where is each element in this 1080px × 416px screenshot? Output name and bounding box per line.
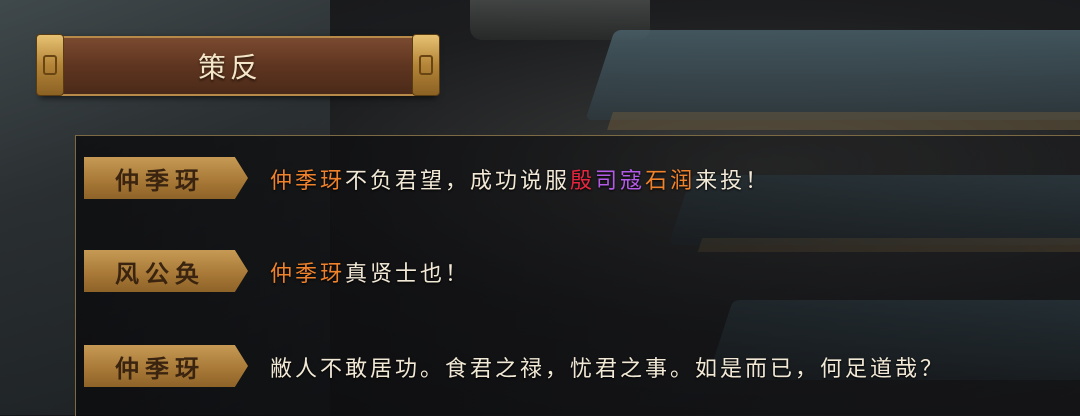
speaker-tag: 风公奂 [84,250,248,292]
dialogue-row[interactable]: 风公奂 仲季玡真贤士也！ [76,248,1080,296]
speaker-tag: 仲季玡 [84,345,248,387]
dialogue-line: 敝人不敢居功。食君之禄，忧君之事。如是而已，何足道哉？ [270,351,945,383]
dialogue-text: 真贤士也！ [345,262,471,287]
highlight-title: 司寇 [595,169,646,194]
banner-ornament-right [412,34,440,96]
background-roof [585,30,1080,120]
highlight-name: 仲季玡 [270,262,346,287]
speaker-name: 风公奂 [115,259,205,288]
speaker-tag: 仲季玡 [84,157,248,199]
title-banner: 策反 [36,34,440,96]
dialogue-line: 仲季玡真贤士也！ [270,256,470,288]
dialogue-panel: 仲季玡 仲季玡不负君望，成功说服殷司寇石润来投！ 风公奂 仲季玡真贤士也！ 仲季… [75,135,1080,416]
highlight-name: 石润 [645,169,696,194]
dialogue-text: 不负君望，成功说服 [345,169,571,194]
highlight-faction: 殷 [570,169,596,194]
speaker-name: 仲季玡 [115,166,205,195]
dialogue-line: 仲季玡不负君望，成功说服殷司寇石润来投！ [270,163,770,195]
dialogue-text: 敝人不敢居功。食君之禄，忧君之事。如是而已，何足道哉？ [270,357,946,382]
speaker-name: 仲季玡 [115,354,205,383]
dialogue-row[interactable]: 仲季玡 仲季玡不负君望，成功说服殷司寇石润来投！ [76,155,1080,203]
background-eave [607,112,1080,130]
highlight-name: 仲季玡 [270,169,346,194]
dialogue-text: 来投！ [695,169,771,194]
dialogue-row[interactable]: 仲季玡 敝人不敢居功。食君之禄，忧君之事。如是而已，何足道哉？ [76,343,1080,391]
page-title: 策反 [198,51,263,84]
